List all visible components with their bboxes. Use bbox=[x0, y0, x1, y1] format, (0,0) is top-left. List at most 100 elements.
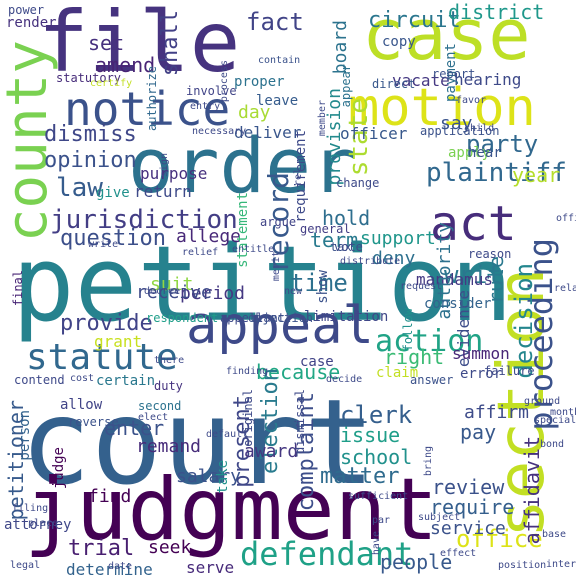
cloud-word: take bbox=[215, 460, 231, 494]
cloud-word: give bbox=[96, 185, 130, 201]
cloud-word: follow bbox=[401, 308, 415, 352]
word-cloud: court petition order file case judgment … bbox=[0, 0, 576, 576]
cloud-word: general bbox=[300, 222, 351, 236]
cloud-word: subject bbox=[418, 512, 461, 523]
cloud-word: child bbox=[464, 123, 495, 134]
cloud-word: dismiss bbox=[44, 122, 137, 147]
cloud-word: circuit bbox=[368, 8, 461, 33]
cloud-word: year bbox=[512, 163, 561, 187]
cloud-word: shall bbox=[158, 10, 183, 77]
cloud-word: failure bbox=[484, 364, 535, 378]
cloud-word: entitle bbox=[232, 244, 275, 255]
cloud-word: date bbox=[108, 561, 133, 572]
cloud-word: par bbox=[372, 515, 391, 526]
cloud-word: decide bbox=[326, 374, 363, 385]
cloud-word: reverse bbox=[68, 415, 119, 429]
cloud-word: write bbox=[88, 239, 119, 250]
cloud-word: contain bbox=[258, 55, 301, 66]
cloud-word: proper bbox=[234, 74, 285, 90]
cloud-word: appear bbox=[339, 64, 353, 108]
cloud-word: finding bbox=[226, 366, 269, 377]
cloud-word: argue bbox=[260, 215, 297, 229]
cloud-word: relief bbox=[182, 247, 219, 258]
cloud-word: leave bbox=[256, 93, 299, 109]
cloud-word: serve bbox=[186, 558, 235, 576]
cloud-word: decree bbox=[144, 286, 181, 297]
cloud-word: ground bbox=[524, 396, 561, 407]
cloud-word: judge bbox=[51, 447, 67, 490]
cloud-word: answer bbox=[410, 373, 454, 387]
cloud-word: change bbox=[336, 176, 380, 190]
cloud-word: contend bbox=[14, 373, 65, 387]
cloud-word: set bbox=[88, 31, 125, 55]
cloud-word: base bbox=[542, 529, 567, 540]
cloud-word: return bbox=[134, 182, 192, 201]
cloud-word: filing bbox=[12, 503, 49, 514]
cloud-word: sufficient bbox=[348, 491, 409, 502]
cloud-word: process bbox=[219, 60, 230, 103]
cloud-word: find bbox=[88, 486, 132, 507]
cloud-word: authorize bbox=[145, 66, 159, 132]
cloud-word: limitation bbox=[304, 309, 389, 325]
cloud-word: dismissal bbox=[293, 389, 307, 455]
cloud-word: final bbox=[11, 270, 25, 307]
cloud-word: necessary bbox=[192, 126, 247, 137]
cloud-word: consider bbox=[424, 296, 492, 312]
cloud-word: month bbox=[550, 407, 576, 418]
cloud-word: direct bbox=[372, 77, 416, 91]
cloud-word: distribute bbox=[340, 256, 401, 267]
cloud-word: objection bbox=[248, 311, 314, 325]
cloud-word: effect bbox=[440, 548, 477, 559]
cloud-word: summon bbox=[452, 344, 510, 363]
cloud-word: entry bbox=[190, 101, 221, 112]
cloud-word: elect bbox=[138, 412, 169, 423]
cloud-word: pay bbox=[460, 420, 497, 444]
cloud-word: district bbox=[448, 0, 545, 24]
cloud-word: duty bbox=[154, 379, 183, 393]
cloud-word: certain bbox=[96, 373, 156, 389]
cloud-word: official bbox=[556, 213, 576, 224]
cloud-word: power bbox=[8, 3, 45, 17]
cloud-word: have bbox=[371, 531, 382, 556]
cloud-word: legal bbox=[10, 560, 41, 571]
cloud-word: bring bbox=[423, 446, 434, 477]
cloud-word: relator bbox=[554, 283, 576, 294]
cloud-word: allow bbox=[60, 397, 103, 413]
cloud-word: rel bbox=[293, 168, 304, 187]
cloud-word: show bbox=[315, 270, 331, 304]
cloud-word: place bbox=[28, 518, 59, 529]
cloud-word: render bbox=[6, 15, 57, 31]
cloud-word: purpose bbox=[140, 164, 208, 183]
cloud-word: copy bbox=[382, 34, 416, 50]
cloud-word: favor bbox=[456, 95, 487, 106]
cloud-word: merit bbox=[271, 251, 282, 282]
cloud-word: case bbox=[300, 354, 334, 370]
cloud-word: appeal bbox=[186, 296, 374, 356]
cloud-word: cost bbox=[70, 373, 95, 384]
cloud-word: request bbox=[400, 281, 443, 292]
cloud-word: second bbox=[138, 399, 182, 413]
cloud-word: report bbox=[432, 67, 476, 81]
cloud-word: vote bbox=[334, 240, 363, 254]
cloud-word: remand bbox=[136, 436, 202, 457]
cloud-word: certify bbox=[90, 78, 133, 89]
cloud-word: position bbox=[498, 560, 547, 571]
cloud-word: sign bbox=[159, 153, 170, 178]
cloud-word: affirm bbox=[464, 402, 530, 423]
cloud-word: statement bbox=[235, 192, 251, 268]
cloud-word: member bbox=[317, 100, 328, 137]
cloud-word: new bbox=[284, 286, 303, 297]
cloud-word: officer bbox=[340, 124, 408, 143]
cloud-word: issue bbox=[340, 423, 401, 447]
cloud-word: default bbox=[206, 429, 249, 440]
cloud-word: fact bbox=[246, 8, 304, 36]
cloud-word: seek bbox=[148, 537, 192, 558]
cloud-word: matter bbox=[320, 464, 400, 489]
cloud-word: review bbox=[432, 475, 505, 499]
cloud-word: bond bbox=[540, 439, 565, 450]
cloud-word: reason bbox=[468, 247, 512, 261]
cloud-word: opinion bbox=[44, 148, 137, 173]
cloud-word: decision bbox=[510, 263, 538, 379]
cloud-word: salary bbox=[176, 466, 242, 487]
cloud-word: trial bbox=[68, 536, 135, 561]
